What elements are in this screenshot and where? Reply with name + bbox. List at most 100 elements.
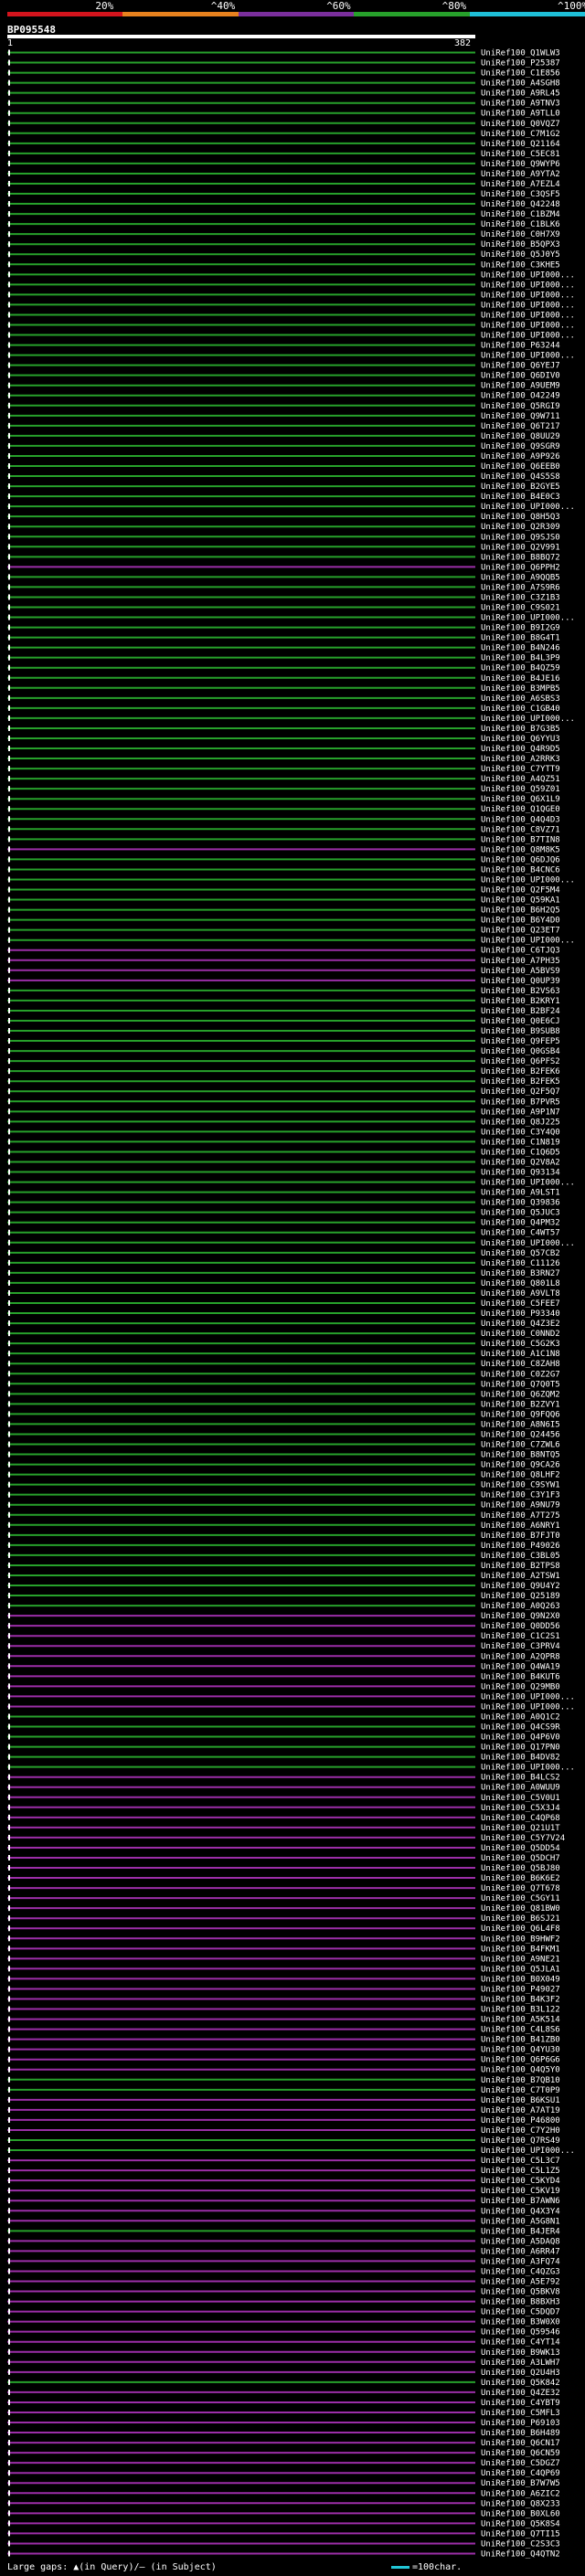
- hit-label[interactable]: UniRef100_Q0DD56: [481, 1622, 560, 1631]
- hit-label[interactable]: UniRef100_B7PVR5: [481, 1097, 560, 1107]
- hit-label[interactable]: UniRef100_A4SGH8: [481, 80, 560, 89]
- hit-label[interactable]: UniRef100_C4L8S6: [481, 2026, 560, 2035]
- hit-label[interactable]: UniRef100_A0Q1C2: [481, 1712, 560, 1722]
- hit-label[interactable]: UniRef100_C6TJQ3: [481, 947, 560, 956]
- hit-label[interactable]: UniRef100_A9LST1: [481, 1189, 560, 1198]
- hit-label[interactable]: UniRef100_A9QQB5: [481, 573, 560, 582]
- hit-label[interactable]: UniRef100_Q0UP39: [481, 977, 560, 986]
- hit-label[interactable]: UniRef100_Q39836: [481, 1199, 560, 1208]
- hit-label[interactable]: UniRef100_B7FJT0: [481, 1532, 560, 1541]
- hit-label[interactable]: UniRef100_B4N246: [481, 644, 560, 653]
- hit-label[interactable]: UniRef100_C5KYD4: [481, 2177, 560, 2186]
- hit-label[interactable]: UniRef100_C3KHE5: [481, 260, 560, 270]
- hit-label[interactable]: UniRef100_UPI000...: [481, 614, 575, 623]
- hit-label[interactable]: UniRef100_C5G2K3: [481, 1340, 560, 1349]
- hit-label[interactable]: UniRef100_Q93134: [481, 1169, 560, 1178]
- hit-label[interactable]: UniRef100_C5L1Z5: [481, 2167, 560, 2176]
- hit-label[interactable]: UniRef100_A9VLT8: [481, 1289, 560, 1299]
- hit-label[interactable]: UniRef100_B2FEK6: [481, 1067, 560, 1076]
- hit-label[interactable]: UniRef100_Q17PN0: [481, 1744, 560, 1753]
- hit-label[interactable]: UniRef100_Q24456: [481, 1430, 560, 1439]
- hit-label[interactable]: UniRef100_A5G8N1: [481, 2217, 560, 2226]
- hit-label[interactable]: UniRef100_A5E792: [481, 2278, 560, 2287]
- hit-label[interactable]: UniRef100_P25387: [481, 59, 560, 69]
- hit-label[interactable]: UniRef100_Q0E6CJ: [481, 1017, 560, 1026]
- hit-label[interactable]: UniRef100_C7YTT9: [481, 765, 560, 774]
- hit-label[interactable]: UniRef100_B8BXH3: [481, 2298, 560, 2307]
- hit-label[interactable]: UniRef100_P69103: [481, 2419, 560, 2428]
- hit-label[interactable]: UniRef100_C7M1G2: [481, 130, 560, 139]
- hit-label[interactable]: UniRef100_C8ZAH8: [481, 1360, 560, 1369]
- hit-label[interactable]: UniRef100_UPI000...: [481, 311, 575, 320]
- hit-label[interactable]: UniRef100_B0XL60: [481, 2509, 560, 2518]
- hit-label[interactable]: UniRef100_UPI000...: [481, 2147, 575, 2156]
- hit-label[interactable]: UniRef100_Q4R9D5: [481, 745, 560, 754]
- hit-label[interactable]: UniRef100_B4KUT6: [481, 1672, 560, 1681]
- hit-label[interactable]: UniRef100_Q8M8K5: [481, 845, 560, 854]
- hit-label[interactable]: UniRef100_Q6DJQ6: [481, 855, 560, 864]
- hit-label[interactable]: UniRef100_B9WK13: [481, 2348, 560, 2358]
- hit-label[interactable]: UniRef100_B7AWN6: [481, 2197, 560, 2206]
- hit-label[interactable]: UniRef100_UPI000...: [481, 1179, 575, 1188]
- hit-label[interactable]: UniRef100_UPI000...: [481, 1764, 575, 1773]
- hit-label[interactable]: UniRef100_C9S021: [481, 604, 560, 613]
- hit-label[interactable]: UniRef100_Q5BJ80: [481, 1864, 560, 1873]
- hit-label[interactable]: UniRef100_C5KV19: [481, 2187, 560, 2196]
- hit-label[interactable]: UniRef100_B2TPS8: [481, 1562, 560, 1571]
- hit-label[interactable]: UniRef100_C5X3J4: [481, 1804, 560, 1813]
- hit-label[interactable]: UniRef100_B6K6E2: [481, 1874, 560, 1883]
- hit-label[interactable]: UniRef100_A2RRK3: [481, 755, 560, 764]
- hit-label[interactable]: UniRef100_C0H7X9: [481, 230, 560, 239]
- hit-label[interactable]: UniRef100_Q4CS9R: [481, 1723, 560, 1733]
- hit-label[interactable]: UniRef100_C5V0U1: [481, 1794, 560, 1803]
- hit-label[interactable]: UniRef100_Q2R309: [481, 523, 560, 532]
- hit-label[interactable]: UniRef100_Q23ET7: [481, 927, 560, 936]
- hit-label[interactable]: UniRef100_Q9SJS0: [481, 533, 560, 542]
- hit-label[interactable]: UniRef100_C5DQD7: [481, 2308, 560, 2317]
- hit-label[interactable]: UniRef100_C4QP69: [481, 2469, 560, 2478]
- hit-label[interactable]: UniRef100_A3LWH7: [481, 2359, 560, 2368]
- hit-label[interactable]: UniRef100_A7T275: [481, 1511, 560, 1521]
- hit-label[interactable]: UniRef100_Q4YU30: [481, 2046, 560, 2055]
- hit-label[interactable]: UniRef100_Q7T678: [481, 1884, 560, 1893]
- hit-label[interactable]: UniRef100_B3W0X0: [481, 2318, 560, 2327]
- hit-label[interactable]: UniRef100_Q57CB2: [481, 1249, 560, 1258]
- hit-label[interactable]: UniRef100_A9RL45: [481, 90, 560, 99]
- hit-label[interactable]: UniRef100_Q6T217: [481, 422, 560, 431]
- hit-label[interactable]: UniRef100_A9P926: [481, 452, 560, 461]
- hit-label[interactable]: UniRef100_B7QB10: [481, 2076, 560, 2085]
- hit-label[interactable]: UniRef100_Q9CA26: [481, 1461, 560, 1470]
- hit-label[interactable]: UniRef100_Q5JLA1: [481, 1965, 560, 1974]
- hit-label[interactable]: UniRef100_Q9U4Y2: [481, 1582, 560, 1591]
- hit-label[interactable]: UniRef100_UPI000...: [481, 1239, 575, 1248]
- hit-label[interactable]: UniRef100_C5DGZ7: [481, 2459, 560, 2468]
- hit-label[interactable]: UniRef100_Q4PM32: [481, 1219, 560, 1228]
- hit-label[interactable]: UniRef100_B9I2G9: [481, 624, 560, 633]
- hit-label[interactable]: UniRef100_UPI000...: [481, 301, 575, 310]
- hit-label[interactable]: UniRef100_C5EC81: [481, 150, 560, 159]
- hit-label[interactable]: UniRef100_Q8UU29: [481, 432, 560, 441]
- hit-label[interactable]: UniRef100_A9YTA2: [481, 170, 560, 179]
- hit-label[interactable]: UniRef100_Q0VQZ7: [481, 120, 560, 129]
- hit-label[interactable]: UniRef100_Q6YEJ7: [481, 362, 560, 371]
- hit-label[interactable]: UniRef100_B6SJ21: [481, 1914, 560, 1924]
- hit-label[interactable]: UniRef100_A4QZ51: [481, 775, 560, 784]
- hit-label[interactable]: UniRef100_Q9N2X0: [481, 1612, 560, 1621]
- hit-label[interactable]: UniRef100_C4QP68: [481, 1814, 560, 1823]
- hit-label[interactable]: UniRef100_C8VZ71: [481, 825, 560, 834]
- hit-label[interactable]: UniRef100_C1BZM4: [481, 210, 560, 219]
- hit-label[interactable]: UniRef100_Q9WYP6: [481, 160, 560, 169]
- hit-label[interactable]: UniRef100_Q5J0Y5: [481, 250, 560, 260]
- hit-label[interactable]: UniRef100_Q59Z01: [481, 785, 560, 794]
- hit-label[interactable]: UniRef100_Q801L8: [481, 1279, 560, 1288]
- hit-label[interactable]: UniRef100_A7AT19: [481, 2106, 560, 2115]
- hit-label[interactable]: UniRef100_Q6PFS2: [481, 1057, 560, 1066]
- hit-label[interactable]: UniRef100_C1BLK6: [481, 220, 560, 229]
- hit-label[interactable]: UniRef100_C0Z2G7: [481, 1370, 560, 1379]
- hit-label[interactable]: UniRef100_Q4Q4D3: [481, 815, 560, 824]
- hit-label[interactable]: UniRef100_Q9W711: [481, 412, 560, 421]
- hit-label[interactable]: UniRef100_Q4Z3E2: [481, 1320, 560, 1329]
- hit-label[interactable]: UniRef100_O42249: [481, 392, 560, 401]
- hit-label[interactable]: UniRef100_Q5DCH7: [481, 1854, 560, 1863]
- hit-label[interactable]: UniRef100_B6H2Q5: [481, 906, 560, 916]
